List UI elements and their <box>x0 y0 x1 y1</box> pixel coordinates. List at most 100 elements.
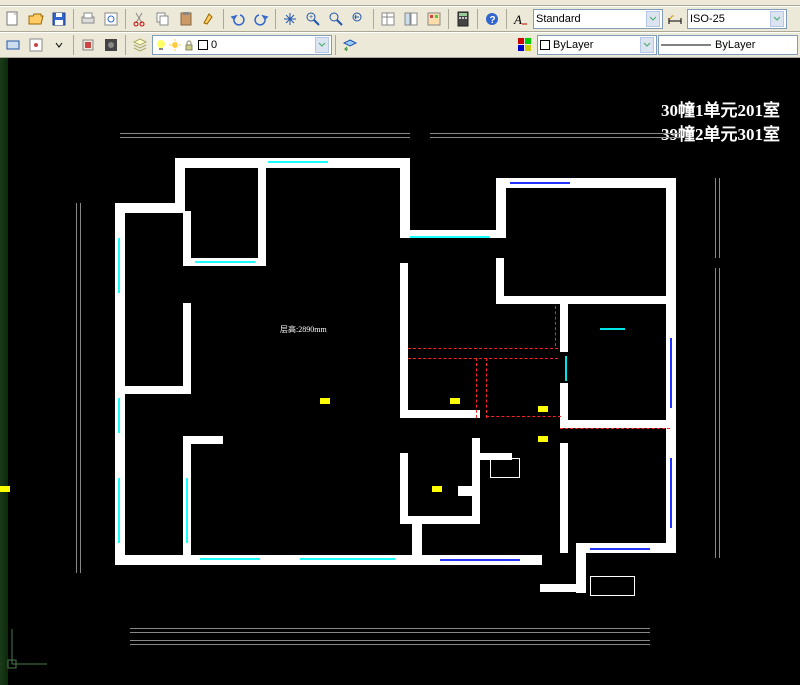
chevron-down-icon[interactable] <box>646 11 660 27</box>
wall <box>183 436 223 444</box>
dim-line <box>120 133 410 134</box>
wall <box>115 203 125 563</box>
new-icon[interactable] <box>2 8 24 30</box>
dim-line <box>130 640 650 641</box>
sun-icon <box>169 39 181 51</box>
redo-icon[interactable] <box>250 8 272 30</box>
tag-marker <box>538 436 548 442</box>
tb2-icon-2[interactable] <box>25 34 47 56</box>
plot-icon[interactable] <box>77 8 99 30</box>
bulb-on-icon <box>155 39 167 51</box>
chevron-down-icon[interactable] <box>315 37 329 53</box>
wall <box>400 453 408 523</box>
dim-line <box>130 644 650 645</box>
wall <box>560 420 676 428</box>
lock-icon <box>183 39 195 51</box>
color-swatch <box>540 40 550 50</box>
window-marker <box>186 478 188 543</box>
undo-icon[interactable] <box>227 8 249 30</box>
window-marker <box>410 236 490 238</box>
wall <box>560 443 568 553</box>
text-style-value: Standard <box>536 13 581 25</box>
window-marker <box>118 238 120 293</box>
zoom-window-icon[interactable] <box>325 8 347 30</box>
window-marker <box>268 161 328 163</box>
save-icon[interactable] <box>48 8 70 30</box>
dim-line <box>430 133 680 134</box>
layer-manager-icon[interactable] <box>129 34 151 56</box>
text-style-combo[interactable]: Standard <box>533 9 663 29</box>
dim-line <box>715 268 716 558</box>
wall <box>666 178 676 298</box>
pan-icon[interactable] <box>279 8 301 30</box>
window-marker <box>600 328 625 330</box>
dim-style-value: ISO-25 <box>690 13 725 25</box>
wall <box>400 158 410 238</box>
svg-text:A: A <box>513 12 522 27</box>
zoom-previous-icon[interactable] <box>348 8 370 30</box>
dim-line <box>719 268 720 558</box>
door-marker <box>440 559 520 561</box>
dim-style-icon[interactable] <box>664 8 686 30</box>
tool-palette-icon[interactable] <box>423 8 445 30</box>
tag-marker <box>450 398 460 404</box>
layer-prev-icon[interactable] <box>339 34 361 56</box>
cut-icon[interactable] <box>129 8 151 30</box>
door-marker <box>510 182 570 184</box>
wall <box>183 303 191 393</box>
room-label: 层高:2890mm <box>280 324 327 335</box>
design-center-icon[interactable] <box>400 8 422 30</box>
door-marker <box>590 548 650 550</box>
preview-icon[interactable] <box>100 8 122 30</box>
layer-name: 0 <box>211 39 217 51</box>
dim-line <box>130 632 650 633</box>
zoom-realtime-icon[interactable]: + <box>302 8 324 30</box>
color-combo[interactable]: ByLayer <box>537 35 657 55</box>
door-marker <box>670 338 672 408</box>
chevron-down-icon[interactable] <box>48 34 70 56</box>
dim-line <box>715 178 716 258</box>
dim-style-combo[interactable]: ISO-25 <box>687 9 787 29</box>
wall <box>400 410 480 418</box>
dim-line <box>430 137 680 138</box>
match-icon[interactable] <box>198 8 220 30</box>
drawing-area[interactable]: 30幢1单元201室 39幢2单元301室 <box>0 58 800 685</box>
color-control-icon[interactable] <box>514 34 536 56</box>
y-axis-ruler <box>0 58 8 685</box>
properties-icon[interactable] <box>377 8 399 30</box>
layer-combo[interactable]: 0 <box>152 35 332 55</box>
drawing-title-1: 30幢1单元201室 <box>661 96 780 121</box>
hidden-line <box>408 358 558 359</box>
paste-icon[interactable] <box>175 8 197 30</box>
wall <box>175 158 410 168</box>
linetype-combo[interactable]: ByLayer <box>658 35 798 55</box>
hidden-line <box>560 428 670 429</box>
window-marker <box>565 356 567 381</box>
fixture <box>590 576 635 596</box>
wall <box>258 166 266 266</box>
tb2-icon-1[interactable] <box>2 34 24 56</box>
hidden-line <box>486 416 561 417</box>
window-marker <box>195 261 255 263</box>
osnap-icon[interactable] <box>77 34 99 56</box>
chevron-down-icon[interactable] <box>640 37 654 53</box>
wall <box>123 386 191 394</box>
ucs-icon <box>2 624 52 679</box>
linetype-preview <box>661 41 711 49</box>
fixture <box>458 486 472 496</box>
open-icon[interactable] <box>25 8 47 30</box>
chevron-down-icon[interactable] <box>770 11 784 27</box>
svg-text:?: ? <box>490 15 496 26</box>
hidden-line <box>408 348 558 349</box>
toolbar-standard: + ? A Standard ISO-25 <box>0 6 800 32</box>
calculator-icon[interactable] <box>452 8 474 30</box>
dim-line <box>76 203 77 573</box>
render-icon[interactable] <box>100 34 122 56</box>
dim-line <box>80 203 81 573</box>
help-icon[interactable]: ? <box>481 8 503 30</box>
text-style-icon[interactable]: A <box>510 8 532 30</box>
wall <box>400 516 480 524</box>
copy-icon[interactable] <box>152 8 174 30</box>
svg-text:+: + <box>309 14 313 21</box>
tag-marker <box>0 486 10 492</box>
